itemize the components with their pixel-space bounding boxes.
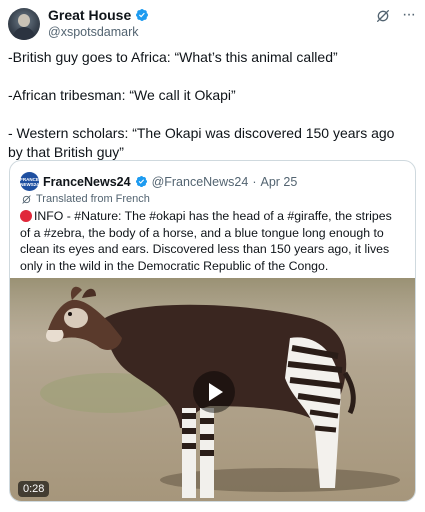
tweet-text: -British guy goes to Africa: “What’s thi… (8, 48, 408, 162)
quoted-tweet-body: INFO - #Nature: The #okapi has the head … (20, 209, 392, 273)
red-circle-icon (20, 210, 32, 222)
more-options-icon[interactable]: ··· (402, 6, 416, 24)
avatar-body (13, 27, 35, 40)
translate-icon (22, 194, 31, 204)
video-duration: 0:28 (18, 481, 50, 497)
quoted-tweet-date[interactable]: Apr 25 (261, 175, 298, 189)
tweet-line: -African tribesman: “We call it Okapi” (8, 87, 236, 103)
quoted-tweet[interactable]: FRANCE NEWS24 FranceNews24 @FranceNews24… (9, 160, 416, 502)
author-avatar[interactable] (8, 8, 40, 40)
tweet-line: -British guy goes to Africa: “What’s thi… (8, 49, 338, 65)
avatar-head (18, 14, 30, 27)
author-name-row: Great House (48, 7, 149, 23)
verified-badge-icon (136, 9, 149, 21)
play-button-icon[interactable] (193, 371, 235, 413)
quoted-tweet-header: FRANCE NEWS24 FranceNews24 @FranceNews24… (20, 172, 297, 191)
meta-separator: · (252, 174, 257, 189)
author-display-name[interactable]: Great House (48, 7, 131, 23)
tweet-line: - Western scholars: “The Okapi was disco… (8, 125, 395, 160)
quoted-author-name[interactable]: FranceNews24 (43, 175, 131, 189)
quoted-author-avatar[interactable]: FRANCE NEWS24 (20, 172, 39, 191)
translated-text: Translated from French (36, 193, 150, 205)
author-handle[interactable]: @xspotsdamark (48, 25, 139, 39)
tweet-header: Great House @xspotsdamark ··· (8, 6, 417, 42)
grok-icon[interactable] (375, 8, 391, 24)
translated-label: Translated from French (21, 193, 150, 205)
tweet-blank-line (8, 67, 408, 86)
quoted-author-handle[interactable]: @FranceNews24 (152, 175, 249, 189)
quoted-tweet-text: INFO - #Nature: The #okapi has the head … (20, 208, 405, 274)
video-player[interactable]: 0:28 (10, 278, 415, 501)
verified-badge-icon (135, 175, 147, 188)
tweet-blank-line (8, 105, 408, 124)
